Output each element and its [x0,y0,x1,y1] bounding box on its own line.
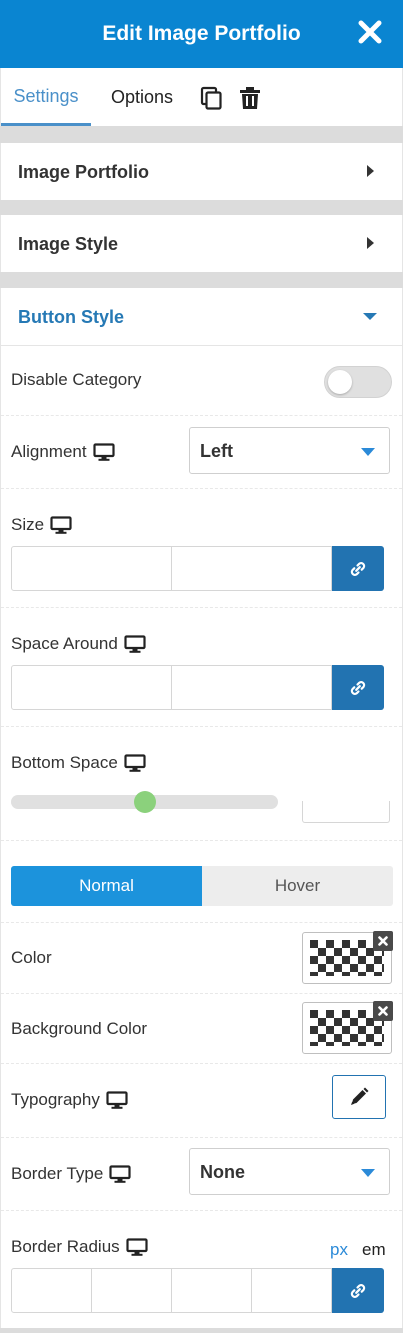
monitor-icon[interactable] [93,443,115,461]
bottom-space-row: Bottom Space [1,727,402,841]
typography-row: Typography [1,1064,402,1138]
link-icon [348,1281,368,1301]
background-color-swatch[interactable] [302,1001,393,1054]
link-values-button[interactable] [332,665,384,710]
monitor-icon[interactable] [109,1165,131,1183]
alignment-value: Left [200,441,233,461]
tab-hover[interactable]: Hover [202,866,393,906]
chevron-down-icon [361,448,375,456]
space-around-vertical-input[interactable] [11,665,172,710]
toggle-knob [328,370,352,394]
section-button-style[interactable]: Button Style [0,288,403,345]
link-icon [348,559,368,579]
background-color-label: Background Color [11,1019,148,1038]
chevron-down-icon [361,1169,375,1177]
border-radius-top-input[interactable] [11,1268,92,1313]
size-height-input[interactable] [171,546,332,591]
border-radius-bottom-input[interactable] [171,1268,252,1313]
close-icon [377,1005,389,1017]
typography-label-text: Typography [11,1090,100,1109]
editor-tabs: Settings Options [0,68,403,126]
size-row: Size [1,489,402,608]
link-values-button[interactable] [332,546,384,591]
tab-settings[interactable]: Settings [1,68,91,126]
section-title: Image Portfolio [18,162,150,182]
alignment-row: Alignment Left [1,416,402,489]
section-divider [0,272,403,288]
clear-background-color-button[interactable] [373,1001,393,1021]
monitor-icon[interactable] [124,754,146,772]
section-image-portfolio[interactable]: Image Portfolio [0,143,403,200]
border-radius-label-text: Border Radius [11,1237,120,1256]
border-radius-right-input[interactable] [91,1268,172,1313]
typography-edit-button[interactable] [332,1075,386,1119]
space-around-label: Space Around [11,634,146,654]
caret-down-icon [363,313,377,320]
border-radius-left-input[interactable] [251,1268,332,1313]
alignment-label-text: Alignment [11,442,87,461]
border-type-value: None [200,1162,245,1182]
caret-right-icon [367,165,374,177]
section-divider [0,200,403,215]
space-around-horizontal-input[interactable] [171,665,332,710]
tab-normal[interactable]: Normal [11,866,202,906]
alignment-label: Alignment [11,442,115,462]
color-label: Color [11,948,52,967]
background-color-row: Background Color [1,994,402,1064]
trash-icon[interactable] [237,85,263,111]
monitor-icon[interactable] [124,635,146,653]
state-tabs: Normal Hover [11,866,393,906]
section-image-style[interactable]: Image Style [0,215,403,272]
caret-right-icon [367,237,374,249]
typography-label: Typography [11,1090,128,1110]
close-icon [377,935,389,947]
button-style-panel: Disable Category Alignment Left Size Spa… [0,345,403,1328]
unit-px[interactable]: px [330,1240,348,1260]
slider-handle[interactable] [133,791,156,813]
disable-category-label: Disable Category [11,370,142,389]
panel-title: Edit Image Portfolio [102,22,301,45]
color-swatch[interactable] [302,931,393,984]
border-type-label-text: Border Type [11,1164,104,1183]
pencil-icon [351,1087,369,1105]
unit-em[interactable]: em [362,1240,386,1260]
link-values-button[interactable] [332,1268,384,1313]
section-divider [0,126,403,143]
border-type-row: Border Type None [1,1138,402,1211]
copy-icon[interactable] [198,85,224,111]
disable-category-row: Disable Category [1,346,402,416]
border-radius-label: Border Radius [11,1237,148,1257]
size-width-input[interactable] [11,546,172,591]
bottom-space-slider[interactable] [11,791,278,813]
editor-header: Edit Image Portfolio [0,0,403,68]
alignment-select[interactable]: Left [189,427,390,474]
section-title: Image Style [18,234,119,254]
border-type-label: Border Type [11,1164,131,1184]
space-around-label-text: Space Around [11,634,118,653]
monitor-icon[interactable] [126,1238,148,1256]
monitor-icon[interactable] [106,1091,128,1109]
clear-color-button[interactable] [373,931,393,951]
link-icon [348,678,368,698]
state-tabs-row: Normal Hover [1,841,402,923]
size-label: Size [11,515,72,535]
bottom-space-label-text: Bottom Space [11,753,118,772]
monitor-icon[interactable] [50,516,72,534]
bottom-space-label: Bottom Space [11,753,146,773]
border-radius-row: Border Radius px em [1,1211,402,1329]
disable-category-toggle[interactable] [324,366,392,398]
border-type-select[interactable]: None [189,1148,390,1195]
close-icon[interactable] [355,17,385,47]
bottom-space-input[interactable] [302,801,390,823]
space-around-row: Space Around [1,608,402,727]
bottom-divider [0,1328,403,1333]
color-row: Color [1,923,402,994]
tab-options[interactable]: Options [97,68,187,126]
section-title: Button Style [18,307,124,327]
size-label-text: Size [11,515,45,534]
